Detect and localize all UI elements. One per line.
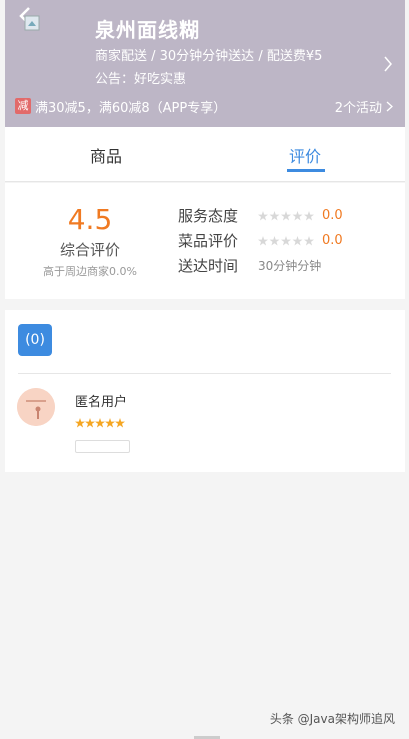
review-username: 匿名用户 (75, 395, 128, 410)
food-label: 菜品评价 (178, 232, 239, 250)
service-label: 服务态度 (178, 207, 239, 225)
shop-notice: 公告：好吃实惠 (95, 72, 187, 87)
tab-reviews[interactable]: 评价 (289, 143, 321, 167)
divider (18, 373, 391, 374)
watermark: 头条 @Java架构师追风 (269, 712, 395, 726)
chevron-right-icon (386, 101, 393, 112)
review-content-box (75, 440, 130, 453)
overall-score: 4.5 (67, 203, 113, 236)
discount-badge: 减 (15, 98, 31, 114)
chevron-right-icon[interactable] (383, 56, 393, 72)
activity-link[interactable]: 2个活动 (335, 97, 393, 116)
shop-header: 泉州面线糊 商家配送 / 30分钟分钟送达 / 配送费¥5 公告：好吃实惠 减 … (5, 0, 405, 127)
star-rating-icon (258, 210, 314, 220)
user-avatar-icon (17, 388, 55, 426)
food-rating-row: 菜品评价 0.0 (178, 230, 343, 251)
delivery-time-label: 送达时间 (178, 257, 239, 275)
shop-name: 泉州面线糊 (95, 18, 200, 42)
empty-area: 头条 @Java架构师追风 (5, 472, 405, 735)
star-rating-icon (75, 418, 125, 428)
food-score: 0.0 (322, 233, 343, 248)
tab-goods[interactable]: 商品 (90, 143, 122, 167)
service-rating-row: 服务态度 0.0 (178, 205, 343, 226)
avatar (17, 388, 55, 426)
delivery-time-row: 送达时间 30分钟分钟 (178, 255, 321, 276)
overall-comparison: 高于周边商家0.0% (43, 265, 137, 278)
rating-summary: 4.5 综合评价 高于周边商家0.0% 服务态度 0.0 菜品评价 0.0 送达… (5, 183, 405, 299)
review-count-button[interactable]: (0) (18, 324, 52, 356)
overall-label: 综合评价 (59, 241, 120, 259)
active-tab-indicator (287, 169, 325, 172)
shop-logo (24, 15, 40, 31)
activity-count: 2个活动 (334, 101, 382, 116)
delivery-info: 商家配送 / 30分钟分钟送达 / 配送费¥5 (95, 49, 323, 64)
promo-text: 满30减5，满60减8（APP专享） (35, 101, 227, 116)
reviews-section: (0) 匿名用户 (5, 310, 405, 472)
delivery-time-value: 30分钟分钟 (258, 259, 322, 273)
service-score: 0.0 (322, 208, 343, 223)
star-rating-icon (258, 235, 314, 245)
tab-bar: 商品 评价 (5, 127, 405, 182)
